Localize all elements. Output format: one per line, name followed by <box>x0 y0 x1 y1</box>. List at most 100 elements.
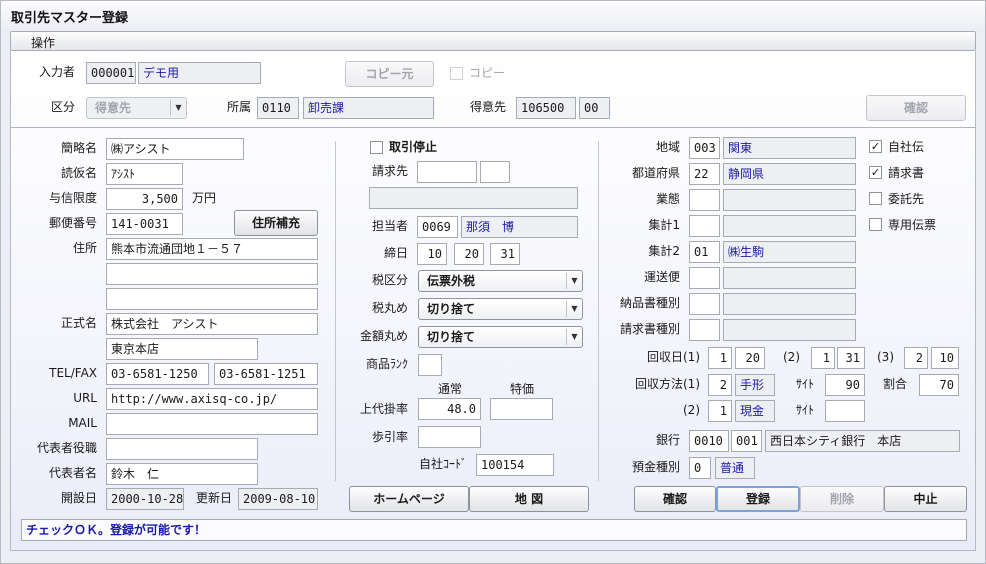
url-field[interactable]: http://www.axisq-co.jp/ <box>106 388 318 410</box>
collect-day3-label: (3) <box>877 350 894 364</box>
copy-source-button[interactable]: コピー元 <box>345 61 434 87</box>
billing-label: 請求先 <box>371 164 408 178</box>
area-code-field[interactable]: 003 <box>689 137 720 159</box>
collect-day3-b-field[interactable]: 10 <box>931 347 959 369</box>
copy-checkbox[interactable] <box>450 67 463 80</box>
input-user-label: 入力者 <box>38 65 75 79</box>
shipping-label: 運送便 <box>643 270 680 284</box>
tel-field[interactable]: 03-6581-1250 <box>106 363 209 385</box>
collect-day2-label: (2) <box>783 350 800 364</box>
special-header: 特価 <box>510 382 535 396</box>
invoice-checkbox[interactable]: ✓ <box>869 166 882 179</box>
address-line3-field[interactable] <box>106 288 318 310</box>
delete-button[interactable]: 削除 <box>800 486 884 512</box>
ratio-field[interactable]: 70 <box>919 374 959 396</box>
price-rate-special-field[interactable] <box>490 398 553 420</box>
collect-day-label: 回収日(1) <box>647 350 700 364</box>
formal-name-field[interactable]: 株式会社 アシスト <box>106 313 318 335</box>
closing-day2-field[interactable]: 20 <box>454 243 484 265</box>
collect-day3-a-field[interactable]: 2 <box>904 347 928 369</box>
delivery-type-code-field[interactable] <box>689 293 720 315</box>
map-button[interactable]: 地 図 <box>469 486 589 512</box>
closing-day3-field[interactable]: 31 <box>490 243 520 265</box>
address-line2-field[interactable] <box>106 263 318 285</box>
collect-day1-a-field[interactable]: 1 <box>708 347 732 369</box>
business-code-field[interactable] <box>689 189 720 211</box>
input-user-code-field[interactable]: 000001 <box>86 62 136 84</box>
price-rate-normal-field[interactable]: 48.0 <box>418 398 481 420</box>
amount-round-select[interactable]: 切り捨て ▼ <box>418 326 583 348</box>
customer-sub-field[interactable]: 00 <box>579 97 610 119</box>
agg2-code-field[interactable]: 01 <box>689 241 720 263</box>
tax-round-select-value: 切り捨て <box>427 302 476 316</box>
rep-name-field[interactable]: 鈴木 仁 <box>106 463 258 485</box>
site2-field[interactable] <box>825 400 865 422</box>
cancel-button[interactable]: 中止 <box>884 486 967 512</box>
rank-label: 商品ﾗﾝｸ <box>365 357 408 371</box>
menu-operation[interactable]: 操作 <box>31 34 55 51</box>
postal-field[interactable]: 141-0031 <box>106 213 183 235</box>
collect-day2-b-field[interactable]: 31 <box>837 347 865 369</box>
tax-select[interactable]: 伝票外税 ▼ <box>418 270 583 292</box>
update-date-label: 更新日 <box>195 491 232 505</box>
own-slip-checkbox[interactable]: ✓ <box>869 140 882 153</box>
deposit-name-field: 普通 <box>715 457 755 479</box>
credit-field[interactable]: 3,500 <box>106 188 183 210</box>
rep-title-label: 代表者役職 <box>36 441 97 455</box>
agg1-code-field[interactable] <box>689 215 720 237</box>
divider-left <box>335 141 336 481</box>
category-select[interactable]: 得意先 ▼ <box>86 97 187 119</box>
customer-code-field[interactable]: 106500 <box>516 97 576 119</box>
fax-field[interactable]: 03-6581-1251 <box>214 363 318 385</box>
billing-sub-field[interactable] <box>480 161 510 183</box>
amount-round-label: 金額丸め <box>359 329 408 343</box>
tax-round-select[interactable]: 切り捨て ▼ <box>418 298 583 320</box>
deposit-code-field[interactable]: 0 <box>689 457 711 479</box>
site1-field[interactable]: 90 <box>825 374 865 396</box>
stop-trade-label: 取引停止 <box>389 140 438 154</box>
branch-code-field[interactable]: 001 <box>731 430 762 452</box>
credit-label: 与信限度 <box>48 191 97 205</box>
invoice-type-code-field[interactable] <box>689 319 720 341</box>
own-code-field[interactable]: 100154 <box>476 454 554 476</box>
confirm-button[interactable]: 確認 <box>634 486 716 512</box>
business-label: 業態 <box>655 192 680 206</box>
pref-code-field[interactable]: 22 <box>689 163 720 185</box>
bu-rate-field[interactable] <box>418 426 481 448</box>
homepage-button[interactable]: ホームページ <box>349 486 469 512</box>
billing-name-field <box>369 187 578 209</box>
method2-code-field[interactable]: 1 <box>708 400 732 422</box>
kana-field[interactable]: ｱｼｽﾄ <box>106 163 183 185</box>
method1-code-field[interactable]: 2 <box>708 374 732 396</box>
menu-bar: 操作 <box>10 31 976 51</box>
dedicated-slip-checkbox[interactable] <box>869 218 882 231</box>
agg1-name-field <box>723 215 856 237</box>
affiliation-code-field[interactable]: 0110 <box>257 97 299 119</box>
shipping-code-field[interactable] <box>689 267 720 289</box>
closing-day1-field[interactable]: 10 <box>417 243 447 265</box>
staff-code-field[interactable]: 0069 <box>417 216 458 238</box>
shipping-name-field <box>723 267 856 289</box>
branch-name-field[interactable]: 東京本店 <box>106 338 258 360</box>
bank-name-field: 西日本シティ銀行 本店 <box>765 430 960 452</box>
address-line1-field[interactable]: 熊本市流通団地１－５７ <box>106 238 318 260</box>
short-name-field[interactable]: ㈱アシスト <box>106 138 244 160</box>
stop-trade-checkbox[interactable] <box>370 141 383 154</box>
rank-field[interactable] <box>418 354 442 376</box>
method1-label: 回収方法(1) <box>635 377 700 391</box>
pref-name-field: 静岡県 <box>723 163 856 185</box>
agg1-label: 集計1 <box>648 218 680 232</box>
header-confirm-button[interactable]: 確認 <box>866 95 966 121</box>
consign-checkbox[interactable] <box>869 192 882 205</box>
header-divider <box>10 127 976 128</box>
billing-code-field[interactable] <box>417 161 477 183</box>
affiliation-name-field: 卸売課 <box>303 97 434 119</box>
pref-label: 都道府県 <box>631 166 680 180</box>
mail-field[interactable] <box>106 413 318 435</box>
register-button[interactable]: 登録 <box>716 486 800 512</box>
collect-day1-b-field[interactable]: 20 <box>735 347 765 369</box>
collect-day2-a-field[interactable]: 1 <box>811 347 835 369</box>
address-fill-button[interactable]: 住所補充 <box>234 210 318 236</box>
bank-code-field[interactable]: 0010 <box>689 430 729 452</box>
rep-title-field[interactable] <box>106 438 258 460</box>
